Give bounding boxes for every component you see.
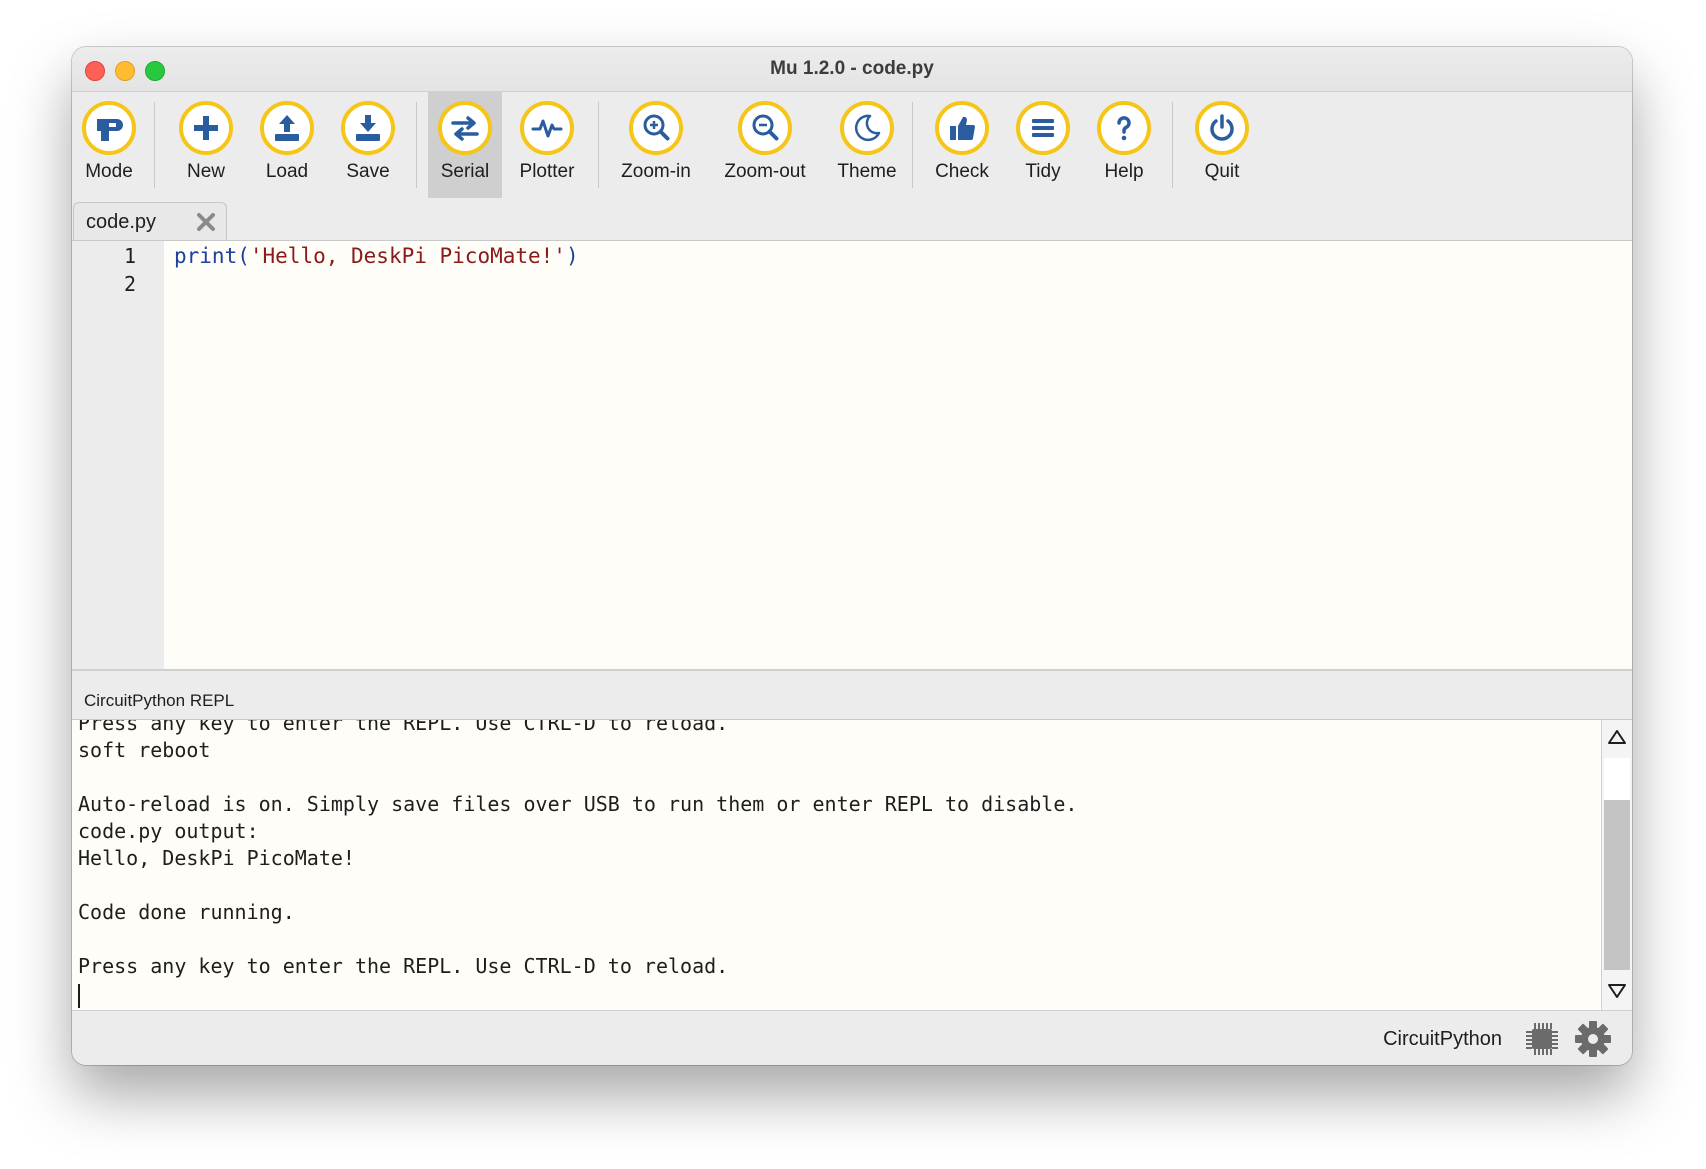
text-cursor	[78, 984, 80, 1008]
tidy-button[interactable]: Tidy	[1006, 92, 1080, 198]
repl-line: Press any key to enter the REPL. Use CTR…	[78, 954, 729, 978]
moon-icon	[854, 114, 881, 142]
check-button-label: Check	[935, 161, 989, 182]
mode-button[interactable]: Mode	[72, 92, 146, 198]
code-string: 'Hello, DeskPi PicoMate!'	[249, 244, 566, 268]
toolbar-separator	[598, 102, 599, 188]
line-number: 2	[123, 272, 136, 296]
current-mode-label[interactable]: CircuitPython	[1383, 1028, 1502, 1051]
upload-icon	[275, 115, 299, 141]
new-button-label: New	[186, 161, 225, 182]
theme-button-label: Theme	[837, 161, 897, 182]
status-bar: CircuitPython	[72, 1010, 1632, 1065]
zoom-out-icon	[752, 114, 779, 141]
tab-code-py[interactable]: code.py	[73, 202, 227, 240]
help-button-label: Help	[1104, 161, 1144, 182]
lines-icon	[1032, 119, 1054, 137]
code-editor[interactable]: 1 2 print('Hello, DeskPi PicoMate!')	[72, 241, 1632, 671]
repl-scrollbar[interactable]	[1601, 720, 1632, 1010]
scroll-down-arrow-icon[interactable]	[1606, 980, 1628, 1002]
tab-label: code.py	[86, 211, 157, 233]
mode-icon	[97, 119, 123, 141]
save-button-label: Save	[346, 161, 390, 182]
repl-console[interactable]: Press any key to enter the REPL. Use CTR…	[72, 720, 1601, 1010]
repl-line: code.py output:	[78, 819, 259, 843]
zoom-out-button[interactable]: Zoom-out	[717, 92, 813, 198]
swap-arrows-icon	[451, 116, 479, 141]
mode-button-label: Mode	[85, 161, 133, 182]
tab-bar: code.py	[72, 198, 1632, 241]
toolbar-separator	[154, 102, 155, 188]
repl-line: Auto-reload is on. Simply save files ove…	[78, 792, 1078, 816]
help-button[interactable]: Help	[1087, 92, 1161, 198]
zoom-out-button-label: Zoom-out	[724, 161, 806, 182]
gear-icon[interactable]	[1574, 1020, 1612, 1058]
pulse-icon	[531, 119, 563, 138]
code-function: print	[174, 244, 238, 268]
download-icon	[356, 115, 380, 141]
line-number: 1	[123, 244, 136, 268]
title-bar: Mu 1.2.0 - code.py	[72, 47, 1632, 92]
chip-icon[interactable]	[1524, 1021, 1560, 1057]
theme-button[interactable]: Theme	[824, 92, 910, 198]
scroll-up-arrow-icon[interactable]	[1606, 726, 1628, 748]
close-tab-icon[interactable]	[196, 212, 216, 232]
tidy-button-label: Tidy	[1025, 161, 1061, 182]
serial-button[interactable]: Serial	[428, 92, 502, 198]
repl-line: Hello, DeskPi PicoMate!	[78, 846, 355, 870]
zoom-in-icon	[643, 114, 670, 141]
thumbs-up-icon	[950, 116, 975, 140]
plotter-button[interactable]: Plotter	[510, 92, 584, 198]
toolbar-separator	[1172, 102, 1173, 188]
repl-line: soft reboot	[78, 738, 211, 762]
scrollbar-thumb[interactable]	[1604, 800, 1630, 970]
line-number-gutter: 1 2	[72, 241, 164, 669]
window-title: Mu 1.2.0 - code.py	[770, 58, 934, 79]
plus-icon	[194, 116, 218, 140]
question-icon	[1117, 116, 1131, 141]
repl-header: CircuitPython REPL	[72, 671, 1632, 720]
repl-title: CircuitPython REPL	[84, 691, 235, 710]
code-line[interactable]: print('Hello, DeskPi PicoMate!')	[164, 244, 579, 268]
mu-editor-window: Mu 1.2.0 - code.py Mode New Load Save Se…	[72, 47, 1632, 1065]
serial-button-label: Serial	[440, 161, 490, 182]
check-button[interactable]: Check	[925, 92, 999, 198]
code-paren: )	[565, 244, 579, 268]
new-button[interactable]: New	[169, 92, 243, 198]
plotter-button-label: Plotter	[519, 161, 575, 182]
repl-line: Press any key to enter the REPL. Use CTR…	[78, 720, 729, 735]
zoom-in-button-label: Zoom-in	[621, 161, 691, 182]
repl-line: Code done running.	[78, 900, 295, 924]
toolbar-separator	[416, 102, 417, 188]
quit-button-label: Quit	[1204, 161, 1240, 182]
quit-button[interactable]: Quit	[1185, 92, 1259, 198]
toolbar: Mode New Load Save Serial Plotter Zoom-i…	[72, 92, 1632, 198]
power-icon	[1210, 114, 1234, 141]
toolbar-separator	[912, 102, 913, 188]
zoom-in-button[interactable]: Zoom-in	[615, 92, 697, 198]
load-button[interactable]: Load	[250, 92, 324, 198]
code-paren: (	[237, 244, 250, 268]
load-button-label: Load	[265, 161, 309, 182]
save-button[interactable]: Save	[331, 92, 405, 198]
